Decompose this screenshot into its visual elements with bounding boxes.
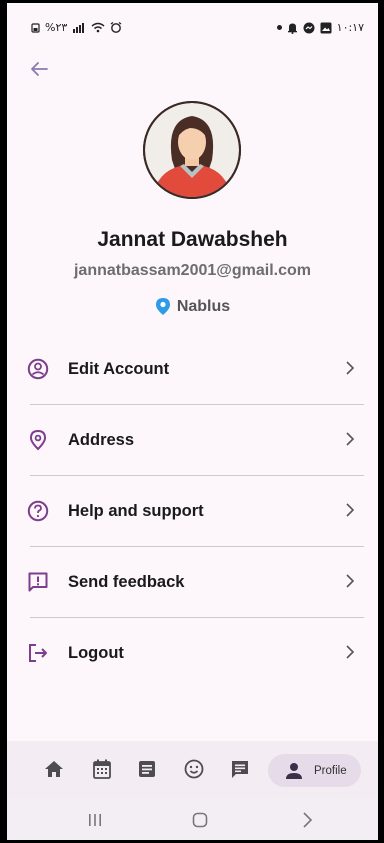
gallery-icon	[320, 22, 332, 33]
menu-item-help-support[interactable]: Help and support	[27, 476, 364, 547]
person-icon	[286, 762, 302, 779]
menu-item-address[interactable]: Address	[29, 405, 364, 476]
home-icon[interactable]	[43, 758, 65, 780]
chevron-right-icon	[346, 432, 355, 446]
mood-icon[interactable]	[183, 758, 205, 780]
article-icon[interactable]	[136, 758, 158, 780]
back-button-icon[interactable]	[297, 810, 317, 830]
bottom-navigation: Profile	[7, 741, 378, 798]
menu-item-send-feedback[interactable]: Send feedback	[28, 547, 364, 618]
profile-name: Jannat Dawabsheh	[97, 228, 288, 251]
menu-item-logout[interactable]: Logout	[29, 618, 364, 688]
nav-item-profile-label: Profile	[314, 764, 347, 777]
location-pin-icon	[155, 298, 170, 315]
alarm-icon	[110, 22, 122, 33]
battery-level: %٢٣	[45, 21, 68, 34]
chevron-right-icon	[346, 503, 355, 517]
recent-apps-icon[interactable]	[85, 810, 105, 830]
help-circle-icon	[27, 500, 49, 522]
logout-icon	[29, 644, 47, 662]
signal-icon	[73, 22, 85, 33]
back-arrow-icon[interactable]	[28, 58, 50, 80]
system-navigation-bar	[7, 798, 378, 840]
wifi-icon	[91, 22, 105, 33]
location-pin-icon	[29, 429, 47, 451]
notification-dot-icon	[276, 25, 282, 30]
profile-city: Nablus	[176, 297, 231, 315]
menu-item-label: Logout	[68, 643, 124, 662]
menu-item-label: Edit Account	[68, 359, 170, 378]
chevron-right-icon	[346, 574, 355, 588]
battery-icon	[31, 22, 40, 33]
chat-icon[interactable]	[229, 758, 251, 780]
notification-bell-icon	[287, 23, 297, 34]
menu-item-label: Help and support	[68, 501, 204, 520]
profile-location: Nablus	[7, 297, 378, 316]
calendar-icon[interactable]	[91, 758, 113, 780]
menu-item-edit-account[interactable]: Edit Account	[27, 334, 364, 405]
menu-item-label: Address	[68, 430, 135, 449]
account-circle-icon	[27, 358, 49, 380]
status-bar: %٢٣ ١٠:١٧	[7, 3, 378, 41]
chevron-right-icon	[346, 361, 355, 375]
messenger-icon	[303, 22, 315, 33]
settings-menu: Edit Account Address Help and support Se…	[27, 334, 364, 688]
nav-item-profile[interactable]: Profile	[268, 754, 361, 787]
avatar	[143, 101, 241, 199]
chevron-right-icon	[346, 645, 355, 659]
clock-time: ١٠:١٧	[336, 21, 364, 34]
menu-item-label: Send feedback	[68, 572, 185, 591]
profile-email: jannatbassam2001@gmail.com	[73, 262, 312, 279]
home-button-icon[interactable]	[190, 810, 210, 830]
feedback-icon	[28, 572, 48, 592]
